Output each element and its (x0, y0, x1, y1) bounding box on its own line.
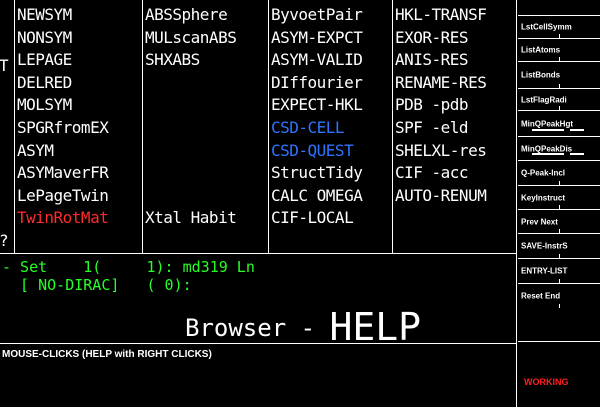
lst-flag-radi-button[interactable]: LstFlagRadi (518, 88, 600, 110)
menu-item-shxabs[interactable]: SHXABS (143, 49, 268, 70)
key-instruct-button[interactable]: KeyInstruct (518, 185, 600, 209)
min-q-peak-dis-label: MinQPeakDis (521, 144, 573, 153)
button-notch (559, 304, 560, 308)
menu-item-rename-res[interactable]: RENAME-RES (393, 72, 516, 93)
menu-item-empty (143, 185, 268, 206)
lepage-marker: T (0, 56, 9, 75)
q-peak-incl-button[interactable]: Q-Peak-Incl (518, 160, 600, 185)
lst-flag-radi-label: LstFlagRadi (521, 95, 567, 104)
menu-item-empty (143, 94, 268, 115)
threshold-bar (570, 129, 584, 131)
menu-item-empty (393, 207, 516, 228)
min-q-peak-dis-button[interactable]: MinQPeakDis (518, 136, 600, 160)
menu-item-spgrfromex[interactable]: SPGRfromEX (15, 117, 142, 138)
q-peak-incl-label: Q-Peak-Incl (521, 168, 566, 178)
save-instrs-label: SAVE-InstrS (521, 241, 568, 251)
reset-end-label: Reset End (521, 291, 561, 301)
menu-item-twinrotmat[interactable]: TwinRotMat (15, 207, 142, 228)
dirac-status-line: [ NO-DIRAC] ( 0): (2, 276, 192, 294)
menu-item-lepagetwin[interactable]: LePageTwin (15, 185, 142, 206)
list-atoms-button[interactable]: ListAtoms (518, 38, 600, 61)
grid-divider (392, 0, 393, 253)
entry-list-button[interactable]: ENTRY-LIST (518, 258, 600, 283)
menu-item-anis-res[interactable]: ANIS-RES (393, 49, 516, 70)
menu-item-empty (143, 117, 268, 138)
entry-list-label: ENTRY-LIST (521, 266, 568, 276)
browser-help-title: Browser - HELP (185, 305, 422, 349)
menu-item-auto-renum[interactable]: AUTO-RENUM (393, 185, 516, 206)
menu-item-lepage[interactable]: LEPAGE (15, 49, 142, 70)
menu-item-nonsym[interactable]: NONSYM (15, 27, 142, 48)
menu-item-pdb-pdb[interactable]: PDB -pdb (393, 94, 516, 115)
mouse-clicks-hint: MOUSE-CLICKS (HELP with RIGHT CLICKS) (2, 349, 212, 360)
menu-item-newsym[interactable]: NEWSYM (15, 4, 142, 25)
list-atoms-label: ListAtoms (521, 45, 561, 55)
reset-end-button[interactable]: Reset End (518, 283, 600, 308)
menu-item-hkl-transf[interactable]: HKL-TRANSF (393, 4, 516, 25)
threshold-bar (532, 129, 564, 131)
save-instrs-button[interactable]: SAVE-InstrS (518, 233, 600, 258)
min-q-peak-hgt-button[interactable]: MinQPeakHgt (518, 110, 600, 136)
menu-item-molsym[interactable]: MOLSYM (15, 94, 142, 115)
panel-bottom-line (518, 341, 600, 342)
lst-cell-symm-button[interactable]: LstCellSymm (518, 15, 600, 38)
menu-item-asymaverfr[interactable]: ASYMaverFR (15, 162, 142, 183)
menu-item-cif-local[interactable]: CIF-LOCAL (269, 207, 392, 228)
threshold-bar (532, 153, 564, 155)
menu-item-calc-omega[interactable]: CALC OMEGA (269, 185, 392, 206)
list-bonds-label: ListBonds (521, 70, 561, 80)
menu-item-diffourier[interactable]: DIffourier (269, 72, 392, 93)
lst-cell-symm-label: LstCellSymm (521, 22, 572, 32)
menu-item-csd-cell[interactable]: CSD-CELL (269, 117, 392, 138)
menu-item-abssphere[interactable]: ABSSphere (143, 4, 268, 25)
menu-item-empty (143, 140, 268, 161)
menu-item-asym-valid[interactable]: ASYM-VALID (269, 49, 392, 70)
prev-next-button[interactable]: Prev Next (518, 209, 600, 233)
menu-item-expect-hkl[interactable]: EXPECT-HKL (269, 94, 392, 115)
menu-item-delred[interactable]: DELRED (15, 72, 142, 93)
key-instruct-label: KeyInstruct (521, 193, 566, 202)
min-q-peak-hgt-label: MinQPeakHgt (521, 119, 574, 128)
menu-item-asym[interactable]: ASYM (15, 140, 142, 161)
menu-item-mulscanabs[interactable]: MULscanABS (143, 27, 268, 48)
working-status: WORKING (524, 377, 569, 387)
menu-item-byvoetpair[interactable]: ByvoetPair (269, 4, 392, 25)
menu-item-asym-expct[interactable]: ASYM-EXPCT (269, 27, 392, 48)
grid-divider (268, 0, 269, 253)
prev-next-label: Prev Next (521, 217, 558, 226)
threshold-bar (570, 153, 584, 155)
panel-divider (516, 0, 517, 407)
twinrotmat-marker: ? (0, 230, 13, 251)
menu-item-csd-quest[interactable]: CSD-QUEST (269, 140, 392, 161)
grid-divider (142, 0, 143, 253)
menu-item-empty (143, 72, 268, 93)
menu-item-cif-acc[interactable]: CIF -acc (393, 162, 516, 183)
menu-item-shelxl-res[interactable]: SHELXL-res (393, 140, 516, 161)
grid-divider (14, 0, 15, 253)
platon-main-window: NEWSYM NONSYM LEPAGE DELRED MOLSYM SPGRfromEX… (0, 0, 600, 407)
grid-bottom-line (0, 253, 517, 254)
menu-item-structtidy[interactable]: StructTidy (269, 162, 392, 183)
set-status-line: - Set 1( 1): md319 Ln (2, 258, 255, 276)
menu-item-xtal-habit[interactable]: Xtal Habit (143, 207, 268, 228)
menu-item-spf-eld[interactable]: SPF -eld (393, 117, 516, 138)
menu-item-empty (143, 162, 268, 183)
list-bonds-button[interactable]: ListBonds (518, 61, 600, 88)
menu-item-exor-res[interactable]: EXOR-RES (393, 27, 516, 48)
